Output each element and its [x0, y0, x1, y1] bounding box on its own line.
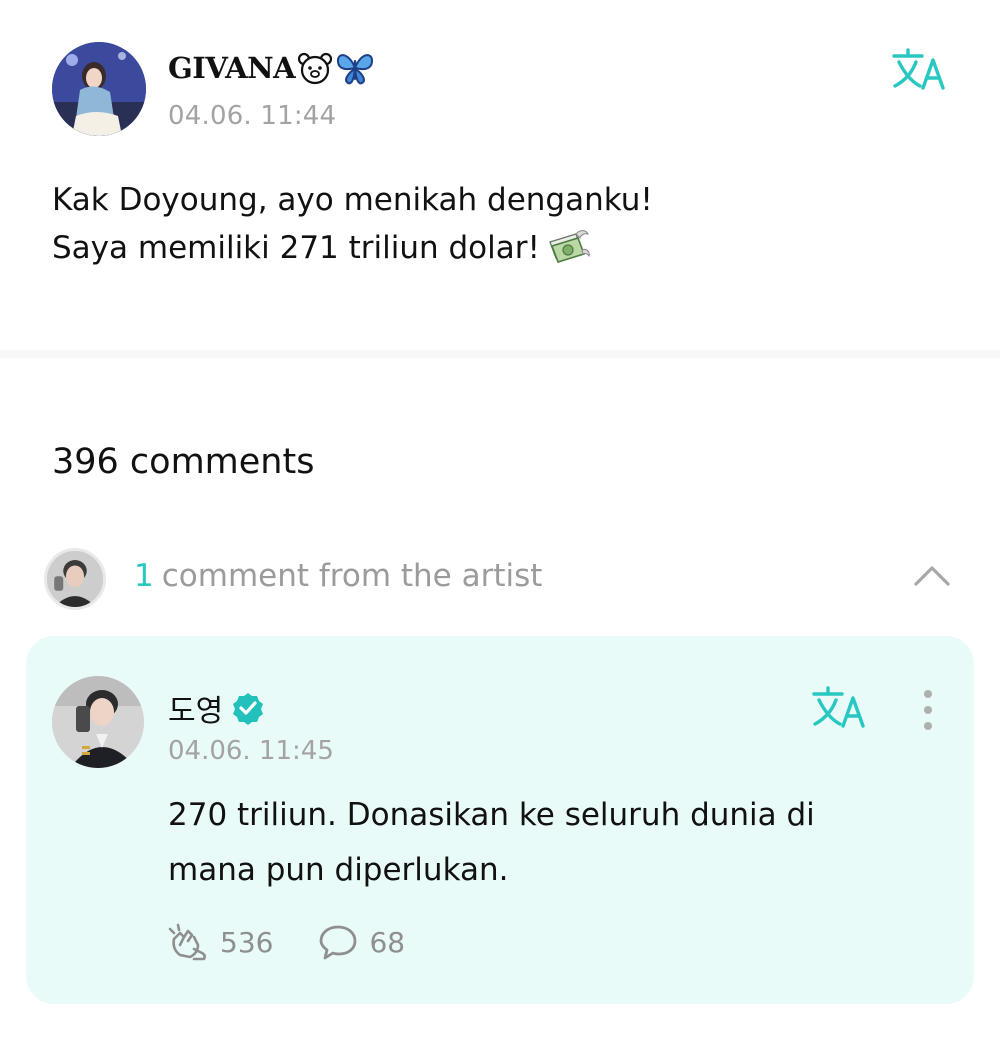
butterfly-icon	[335, 50, 375, 86]
chevron-up-icon[interactable]	[912, 562, 952, 588]
artist-name-text: 도영	[168, 694, 224, 729]
bear-face-icon	[297, 51, 333, 85]
artist-comment-card: 도영 04.06. 11:45 270 triliun. Donasikan k…	[26, 636, 974, 1004]
artist-avatar[interactable]	[52, 676, 144, 768]
section-divider	[0, 350, 1000, 358]
artist-comment-timestamp: 04.06. 11:45	[168, 736, 334, 766]
reply-button[interactable]: 68	[317, 923, 405, 961]
artist-comments-label: 1 comment from the artist	[134, 558, 542, 594]
post-author-name[interactable]: GIVANA	[168, 50, 375, 86]
post-body-line-2: Saya memiliki 271 triliun dolar!	[52, 224, 952, 278]
post-body: Kak Doyoung, ayo menikah denganku! Saya …	[52, 176, 952, 278]
artist-comments-toggle[interactable]: 1 comment from the artist	[44, 548, 964, 612]
artist-comment-actions: 536 68	[168, 922, 449, 962]
cheer-hands-icon	[168, 923, 210, 961]
artist-comments-text: comment from the artist	[161, 558, 543, 594]
post-body-text: Saya memiliki 271 triliun dolar!	[52, 230, 540, 266]
money-with-wings-icon	[546, 228, 592, 278]
more-vertical-icon[interactable]	[918, 688, 938, 732]
like-count: 536	[220, 925, 274, 959]
artist-name[interactable]: 도영	[168, 686, 265, 730]
artist-comment-line: mana pun diperlukan.	[168, 852, 509, 888]
artist-comment-body: 270 triliun. Donasikan ke seluruh dunia …	[168, 788, 948, 898]
post-author-avatar[interactable]	[52, 42, 146, 136]
translate-icon[interactable]	[810, 684, 866, 730]
translate-icon[interactable]	[890, 46, 946, 92]
artist-mini-avatar	[44, 548, 106, 610]
like-button[interactable]: 536	[168, 923, 273, 961]
artist-comments-count: 1	[134, 558, 154, 594]
reply-count: 68	[369, 925, 406, 959]
post-detail-page: GIVANA 04.06. 11:44 Kak Doyoung, ayo men…	[0, 0, 1000, 1039]
comments-count: 396 comments	[52, 442, 315, 482]
post-body-line: Kak Doyoung, ayo menikah denganku!	[52, 182, 653, 218]
artist-comment-line: 270 triliun. Donasikan ke seluruh dunia …	[168, 797, 815, 833]
speech-bubble-icon	[317, 923, 359, 961]
post-timestamp: 04.06. 11:44	[168, 101, 337, 131]
verified-badge-icon	[231, 691, 265, 725]
author-name-text: GIVANA	[168, 51, 296, 85]
